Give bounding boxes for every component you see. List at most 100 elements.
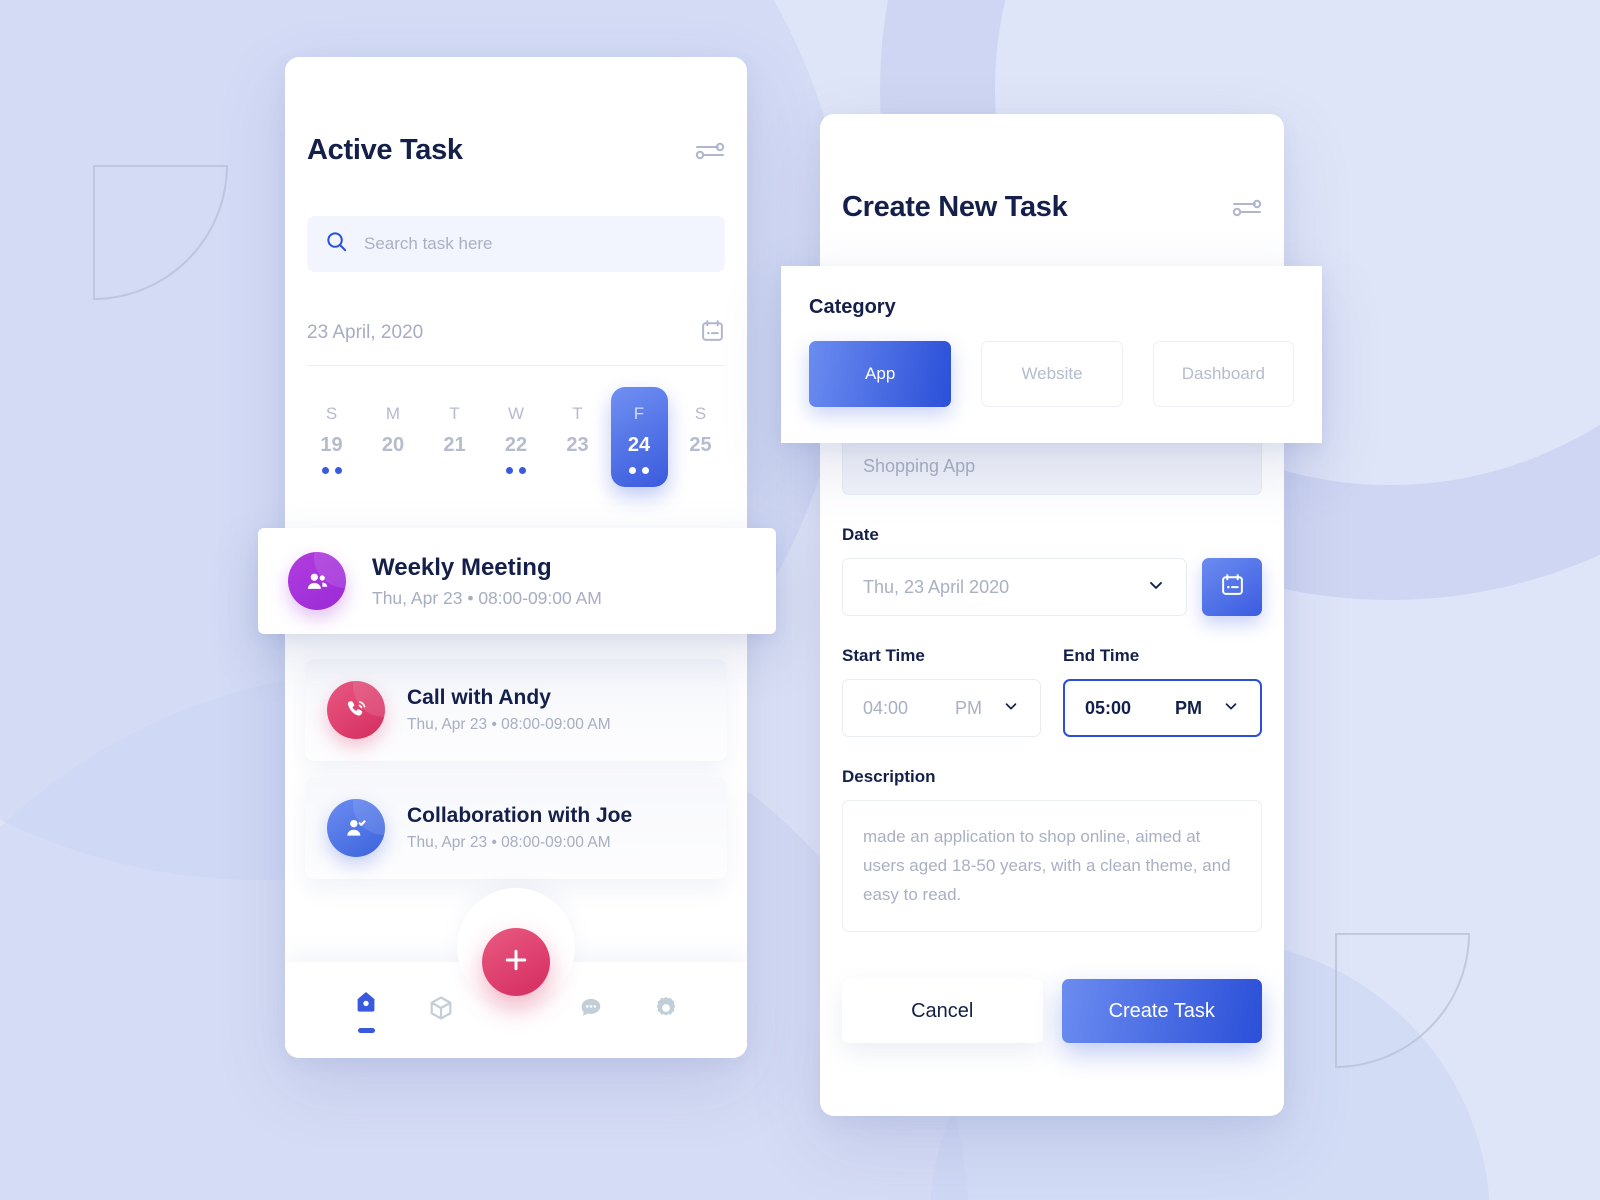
person-check-icon	[327, 799, 385, 857]
week-day-dots	[321, 467, 342, 474]
week-day-25[interactable]: S 25	[672, 387, 729, 487]
start-time-select[interactable]: 04:00 PM	[842, 679, 1041, 737]
bottom-navigation	[285, 888, 747, 1058]
week-day-number: 20	[381, 434, 405, 456]
nav-item-home[interactable]	[329, 988, 404, 1033]
week-day-letter: T	[449, 404, 460, 423]
plus-icon	[501, 945, 531, 980]
week-day-letter: S	[325, 404, 338, 423]
week-day-19[interactable]: S 19	[303, 387, 360, 487]
page-title: Active Task	[307, 134, 463, 166]
task-title: Weekly Meeting	[372, 553, 552, 581]
week-day-letter: F	[633, 404, 645, 423]
week-day-number: 23	[566, 434, 589, 456]
week-day-strip[interactable]: S 19 M 20 T 21 W 22 T 23 F 24 S 25	[303, 387, 729, 487]
create-task-header: Create New Task	[820, 114, 1284, 224]
week-day-dots	[506, 467, 526, 474]
end-time-ampm: PM	[1175, 697, 1202, 718]
category-chip-app[interactable]: App	[809, 341, 952, 407]
create-task-button[interactable]: Create Task	[1061, 979, 1262, 1043]
date-selector-row[interactable]: 23 April, 2020	[307, 318, 725, 366]
category-chip-website[interactable]: Website	[981, 341, 1123, 407]
task-title-input[interactable]: Shopping App	[842, 437, 1262, 495]
add-task-fab[interactable]	[482, 928, 550, 996]
task-list-item[interactable]: Collaboration with Joe Thu, Apr 23 • 08:…	[305, 777, 727, 879]
task-meta: Thu, Apr 23 • 08:00-09:00 AM	[407, 716, 611, 733]
nav-item-chat[interactable]	[553, 994, 628, 1027]
task-list-item[interactable]: Call with Andy Thu, Apr 23 • 08:00-09:00…	[305, 659, 727, 761]
week-day-number: 24	[627, 434, 651, 456]
create-task-panel: Create New Task Shopping App Date Thu, 2…	[820, 114, 1284, 1116]
date-value: Thu, 23 April 2020	[863, 576, 1010, 597]
category-label: Category	[809, 296, 896, 318]
search-icon	[325, 230, 348, 258]
week-day-20[interactable]: M 20	[365, 387, 422, 487]
start-time-value: 04:00	[863, 697, 909, 718]
date-field-row: Thu, 23 April 2020	[842, 558, 1262, 616]
description-label: Description	[842, 767, 936, 786]
current-date-label: 23 April, 2020	[307, 322, 424, 343]
week-day-dots	[629, 467, 649, 474]
box-icon	[427, 994, 455, 1027]
week-day-23[interactable]: T 23	[549, 387, 606, 487]
sliders-icon[interactable]	[695, 140, 725, 162]
task-text: Call with Andy Thu, Apr 23 • 08:00-09:00…	[407, 686, 611, 734]
task-meta: Thu, Apr 23 • 08:00-09:00 AM	[407, 834, 611, 851]
week-day-number: 22	[504, 434, 528, 456]
start-time-label: Start Time	[842, 646, 925, 665]
task-title-placeholder: Shopping App	[863, 455, 976, 476]
home-icon	[352, 988, 380, 1021]
sliders-icon[interactable]	[1232, 197, 1262, 219]
end-time-field: End Time 05:00 PM	[1063, 646, 1262, 737]
week-day-number: 21	[443, 434, 466, 456]
week-day-letter: S	[694, 404, 707, 423]
active-task-header: Active Task	[285, 57, 747, 167]
background-quarter-outline-right	[1335, 933, 1470, 1068]
task-title: Call with Andy	[407, 686, 551, 709]
end-time-label: End Time	[1063, 646, 1140, 665]
category-chip-group[interactable]: App Website Dashboard	[809, 341, 1295, 407]
week-day-letter: T	[572, 404, 583, 423]
date-label: Date	[842, 525, 879, 544]
date-select[interactable]: Thu, 23 April 2020	[842, 558, 1187, 616]
nav-active-indicator	[357, 1027, 375, 1033]
chat-icon	[577, 994, 605, 1027]
task-text: Collaboration with Joe Thu, Apr 23 • 08:…	[407, 804, 632, 852]
calendar-icon[interactable]	[700, 318, 725, 348]
calendar-icon	[1220, 572, 1245, 602]
task-meta: Thu, Apr 23 • 08:00-09:00 AM	[372, 587, 602, 608]
create-task-footer: Cancel Create Task	[842, 979, 1262, 1043]
chevron-down-icon	[1146, 575, 1166, 600]
week-day-letter: M	[385, 404, 401, 423]
week-day-22[interactable]: W 22	[488, 387, 545, 487]
gear-icon	[652, 994, 680, 1027]
end-time-value: 05:00	[1085, 697, 1132, 718]
week-day-letter: W	[507, 404, 525, 423]
search-input[interactable]: Search task here	[307, 216, 725, 272]
description-textarea[interactable]: made an application to shop online, aime…	[842, 800, 1262, 932]
nav-item-settings[interactable]	[628, 994, 703, 1027]
task-text: Weekly Meeting Thu, Apr 23 • 08:00-09:00…	[372, 554, 602, 609]
time-fields-row: Start Time 04:00 PM End Time 05:00 PM	[842, 646, 1262, 737]
create-task-title: Create New Task	[842, 191, 1068, 223]
week-day-21[interactable]: T 21	[426, 387, 483, 487]
cancel-button[interactable]: Cancel	[842, 979, 1043, 1043]
category-overlay-card: Category App Website Dashboard	[781, 266, 1322, 443]
date-picker-button[interactable]	[1202, 558, 1262, 616]
week-day-number: 25	[689, 434, 712, 456]
start-time-field: Start Time 04:00 PM	[842, 646, 1041, 737]
task-title: Collaboration with Joe	[407, 804, 633, 827]
nav-item-box[interactable]	[404, 994, 479, 1027]
people-icon	[288, 552, 346, 610]
week-day-number: 19	[320, 434, 343, 456]
start-time-ampm: PM	[955, 697, 982, 718]
week-day-24[interactable]: F 24	[610, 387, 668, 487]
category-chip-dashboard[interactable]: Dashboard	[1152, 341, 1295, 407]
chevron-down-icon	[1222, 697, 1240, 720]
chevron-down-icon	[1002, 697, 1020, 720]
phone-icon	[327, 681, 385, 739]
search-placeholder: Search task here	[364, 234, 493, 253]
end-time-select[interactable]: 05:00 PM	[1063, 679, 1262, 737]
decorative-background	[0, 0, 1600, 1200]
weekly-meeting-card[interactable]: Weekly Meeting Thu, Apr 23 • 08:00-09:00…	[258, 528, 776, 634]
